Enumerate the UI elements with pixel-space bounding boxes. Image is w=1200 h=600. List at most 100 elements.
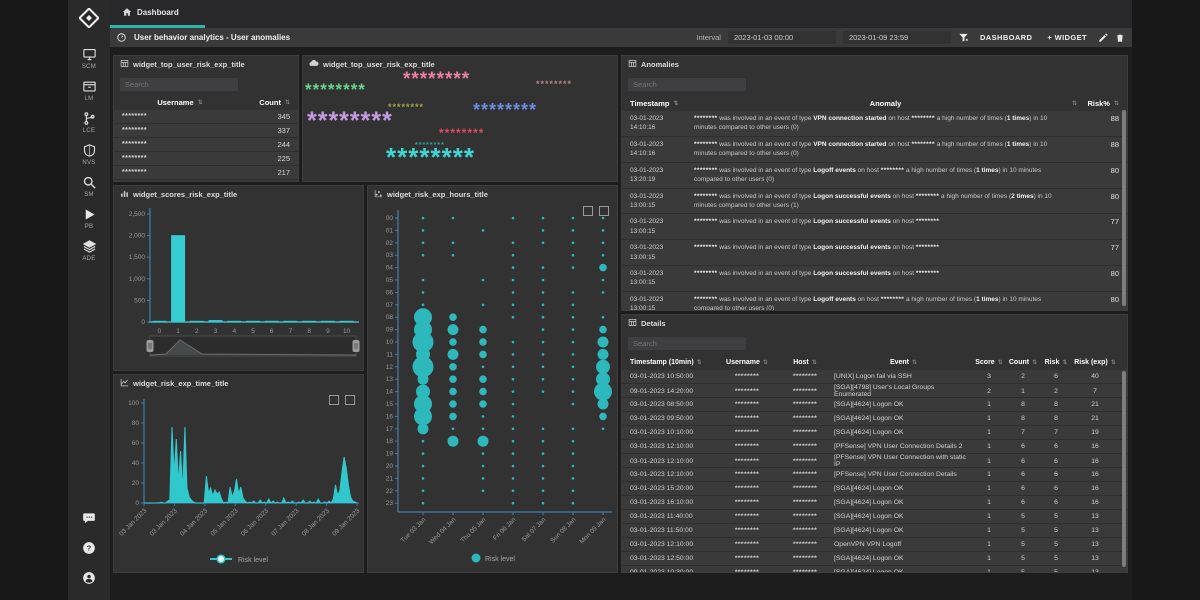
sidebar-item-pb[interactable]: PB (82, 207, 97, 230)
bubble-point[interactable] (422, 229, 425, 232)
bubble-point[interactable] (599, 413, 607, 421)
bubble-point[interactable] (542, 353, 545, 356)
legend-label[interactable]: Risk level (485, 556, 515, 563)
bubble-point[interactable] (482, 366, 485, 369)
table-row[interactable]: ********210 (114, 180, 298, 182)
restore-icon[interactable] (345, 395, 355, 405)
bubble-point[interactable] (479, 338, 487, 346)
column-header-anomaly[interactable]: Anomaly⇅ (694, 99, 1077, 108)
bubble-point[interactable] (572, 353, 575, 356)
bubble-point[interactable] (572, 217, 575, 220)
bubble-point[interactable] (512, 390, 515, 393)
bubble-point[interactable] (572, 291, 575, 294)
wordcloud-word[interactable]: ******** (536, 80, 572, 89)
add-widget-button[interactable]: + WIDGET (1043, 33, 1091, 42)
table-row[interactable]: 03-01-2023 16:10:00****************[SGA]… (622, 496, 1127, 510)
bubble-point[interactable] (449, 375, 457, 383)
bubble-point[interactable] (542, 316, 545, 319)
bubble-point[interactable] (542, 465, 545, 468)
column-header-count[interactable]: Count⇅ (238, 98, 290, 107)
bubble-point[interactable] (422, 242, 425, 245)
bubble-point[interactable] (512, 465, 515, 468)
bubble-point[interactable] (512, 291, 515, 294)
column-header-username[interactable]: Username⇅ (718, 359, 776, 366)
bubble-point[interactable] (482, 304, 485, 307)
bubble-point[interactable] (602, 242, 605, 245)
bubble-point[interactable] (572, 477, 575, 480)
table-row[interactable]: 03-01-202313:00:15******** was involved … (622, 292, 1127, 311)
bubble-point[interactable] (512, 378, 515, 381)
wordcloud-word[interactable]: ******** (305, 81, 366, 98)
details-scrollbar[interactable] (1122, 371, 1126, 567)
bubble-point[interactable] (512, 428, 515, 431)
bubble-point[interactable] (542, 341, 545, 344)
table-row[interactable]: 03-01-2023 11:50:00****************[SGA]… (622, 524, 1127, 538)
sidebar-item-lm[interactable]: LM (82, 79, 97, 102)
bubble-point[interactable] (422, 477, 425, 480)
bubble-point[interactable] (594, 383, 612, 401)
bubble-point[interactable] (512, 502, 515, 505)
bubble-point[interactable] (572, 304, 575, 307)
column-header-score[interactable]: Score⇅ (973, 359, 1005, 366)
bubble-point[interactable] (572, 465, 575, 468)
bubble-point[interactable] (422, 304, 425, 307)
sidebar-item-lce[interactable]: LCE (82, 111, 97, 134)
bubble-point[interactable] (449, 400, 457, 408)
zoom-select-icon[interactable] (583, 206, 593, 216)
table-row[interactable]: 03-01-202313:00:15******** was involved … (622, 189, 1127, 215)
bubble-point[interactable] (572, 254, 575, 257)
table-row[interactable]: 03-01-202313:00:15******** was involved … (622, 240, 1127, 266)
bubble-point[interactable] (452, 428, 455, 431)
bubble-point[interactable] (602, 316, 605, 319)
legend-label[interactable]: Risk level (238, 557, 268, 564)
bubble-point[interactable] (418, 423, 429, 434)
wordcloud-word[interactable]: ******** (403, 70, 470, 89)
bubble-point[interactable] (542, 390, 545, 393)
bubble-point[interactable] (482, 490, 485, 493)
table-row[interactable]: 03-01-2023 12:10:00****************OpenV… (622, 538, 1127, 552)
bubble-point[interactable] (482, 428, 485, 431)
bubble-point[interactable] (542, 291, 545, 294)
table-row[interactable]: 09-01-2023 10:30:00****************[SGA]… (622, 566, 1127, 573)
column-header-host[interactable]: Host⇅ (776, 359, 834, 366)
filter-icon[interactable] (958, 32, 969, 43)
app-logo-icon[interactable] (79, 8, 99, 33)
bubble-point[interactable] (452, 217, 455, 220)
bubble-point[interactable] (422, 502, 425, 505)
bubble-point[interactable] (602, 217, 605, 220)
bubble-point[interactable] (572, 490, 575, 493)
bubble-point[interactable] (572, 502, 575, 505)
bubble-chart[interactable]: 0001020304050607080910111213141516171819… (368, 202, 617, 572)
bubble-point[interactable] (448, 436, 459, 447)
bubble-point[interactable] (572, 328, 575, 331)
bubble-point[interactable] (572, 390, 575, 393)
bubble-point[interactable] (542, 229, 545, 232)
bubble-point[interactable] (602, 254, 605, 257)
bubble-point[interactable] (479, 326, 487, 334)
table-row[interactable]: ********337 (114, 124, 298, 138)
bubble-point[interactable] (512, 341, 515, 344)
table-row[interactable]: 03-01-2023 10:10:00****************[SGA]… (622, 426, 1127, 440)
bubble-point[interactable] (542, 452, 545, 455)
bubble-point[interactable] (572, 266, 575, 269)
bubble-point[interactable] (452, 242, 455, 245)
bubble-point[interactable] (542, 428, 545, 431)
bubble-point[interactable] (542, 440, 545, 443)
slider-handle[interactable] (353, 340, 360, 352)
bubble-point[interactable] (572, 366, 575, 369)
bubble-point[interactable] (542, 490, 545, 493)
table-row[interactable]: 03-01-202313:00:15******** was involved … (622, 214, 1127, 240)
sidebar-item-nvs[interactable]: NVS (82, 143, 97, 166)
table-row[interactable]: ********225 (114, 152, 298, 166)
bubble-point[interactable] (422, 452, 425, 455)
wordcloud-word[interactable]: ******** (307, 109, 393, 134)
help-icon[interactable]: ? (82, 541, 96, 560)
bubble-point[interactable] (542, 328, 545, 331)
bubble-point[interactable] (512, 217, 515, 220)
interval-from-input[interactable] (728, 31, 836, 44)
bar-chart[interactable]: 05001,0001,5002,0002,500012345678910 (114, 202, 363, 370)
bubble-point[interactable] (602, 229, 605, 232)
bubble-point[interactable] (482, 477, 485, 480)
bubble-point[interactable] (512, 316, 515, 319)
bubble-point[interactable] (512, 403, 515, 406)
